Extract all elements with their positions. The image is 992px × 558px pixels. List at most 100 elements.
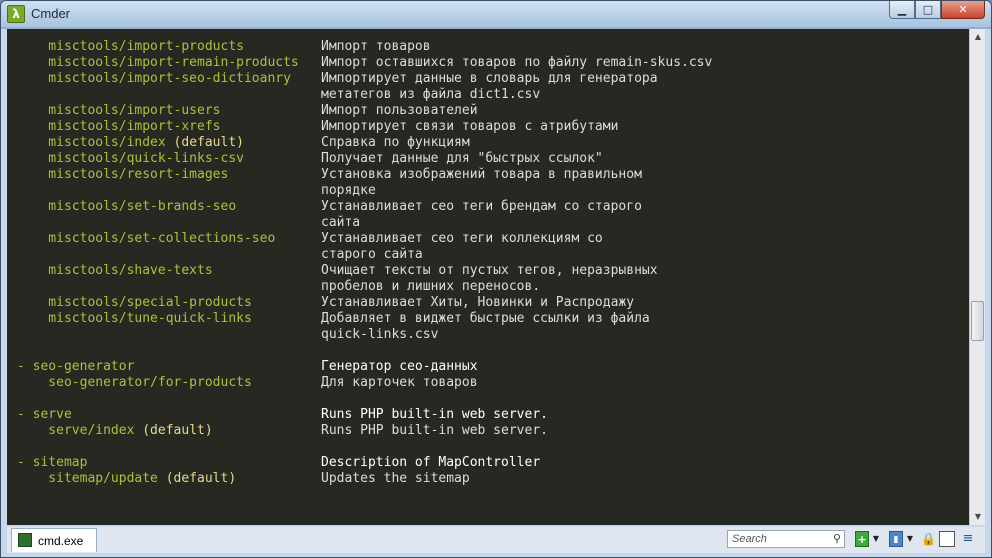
console-line: старого сайта [17, 247, 712, 263]
command-description: Для карточек товаров [321, 375, 478, 390]
console-line: - seo-generator Генератор сео-данных [17, 359, 712, 375]
hamburger-icon[interactable]: ≡ [959, 531, 977, 547]
command-description: Description of MapController [321, 455, 541, 470]
window-controls: ▁ □ ✕ [889, 1, 985, 21]
split-dropdown-icon[interactable]: ▼ [905, 531, 915, 547]
maximize-button[interactable]: □ [915, 1, 941, 19]
command-name: misctools/resort-images [17, 167, 321, 183]
command-text: misctools/import-users [17, 103, 221, 118]
magnifier-icon[interactable]: ⚲ [833, 532, 841, 545]
view-toggle-icon[interactable] [939, 531, 955, 547]
command-description: Runs PHP built-in web server. [321, 423, 548, 438]
command-name: misctools/set-collections-seo [17, 231, 321, 247]
command-text: misctools/import-seo-dictioanry [17, 71, 291, 86]
command-name: sitemap/update (default) [17, 471, 321, 487]
console-line: - sitemap Description of MapController [17, 455, 712, 471]
console-output[interactable]: misctools/import-products Импорт товаров … [7, 29, 969, 525]
console-line: пробелов и лишних переносов. [17, 279, 712, 295]
command-text: sitemap/update [17, 471, 158, 486]
command-description: Справка по функциям [321, 135, 470, 150]
command-description: старого сайта [321, 247, 423, 262]
console-line: misctools/import-users Импорт пользовател… [17, 103, 712, 119]
lambda-icon[interactable]: λ [7, 5, 25, 23]
plus-icon[interactable]: + [855, 531, 869, 547]
console-line: метатегов из файла dict1.csv [17, 87, 712, 103]
lock-icon[interactable]: 🔒 [921, 531, 936, 547]
default-tag: (default) [165, 135, 244, 150]
command-name: misctools/set-brands-seo [17, 199, 321, 215]
command-name: misctools/import-seo-dictioanry [17, 71, 321, 87]
console-line: misctools/quick-links-csv Получает данные… [17, 151, 712, 167]
scroll-down-arrow-icon[interactable]: ▼ [970, 509, 986, 525]
command-description: Устанавливает сео теги коллекциям со [321, 231, 603, 246]
command-text: serve/index [17, 423, 135, 438]
console-line: quick-links.csv [17, 327, 712, 343]
command-text: misctools/shave-texts [17, 263, 213, 278]
console-line: сайта [17, 215, 712, 231]
cmder-window: λ Cmder ▁ □ ✕ misctools/import-products И… [0, 0, 992, 558]
search-placeholder: Search [732, 533, 767, 545]
command-text: seo-generator/for-products [17, 375, 252, 390]
close-button[interactable]: ✕ [941, 1, 985, 19]
split-panes-icon[interactable]: ▮ [889, 531, 903, 547]
console-line: misctools/index (default) Справка по функ… [17, 135, 712, 151]
command-name: misctools/special-products [17, 295, 321, 311]
default-tag: (default) [157, 471, 237, 486]
command-description: Получает данные для "быстрых ссылок" [321, 151, 603, 166]
title-bar[interactable]: λ Cmder ▁ □ ✕ [1, 1, 991, 27]
console-line: sitemap/update (default) Updates the site… [17, 471, 712, 487]
console-line: misctools/import-remain-products Импорт о… [17, 55, 712, 71]
command-name: serve/index (default) [17, 423, 321, 439]
command-name: misctools/import-xrefs [17, 119, 321, 135]
console-line: порядке [17, 183, 712, 199]
command-description: quick-links.csv [321, 327, 439, 342]
command-text: misctools/set-collections-seo [17, 231, 276, 246]
command-description: Очищает тексты от пустых тегов, неразрыв… [321, 263, 658, 278]
command-text: misctools/import-xrefs [17, 119, 221, 134]
command-description: Импорт пользователей [321, 103, 478, 118]
command-text: misctools/tune-quick-links [17, 311, 252, 326]
tab-cmd-exe[interactable]: cmd.exe [11, 528, 97, 552]
console-line: - serve Runs PHP built-in web server. [17, 407, 712, 423]
command-description: Импорт товаров [321, 39, 431, 54]
console-line: misctools/special-products Устанавливает … [17, 295, 712, 311]
status-bar: cmd.exe Search ⚲ + ▼ ▮ ▼ 🔒 ≡ [7, 527, 985, 553]
command-description: Добавляет в виджет быстрые ссылки из фай… [321, 311, 650, 326]
command-name: misctools/import-products [17, 39, 321, 55]
command-name: seo-generator/for-products [17, 375, 321, 391]
console-line: misctools/import-products Импорт товаров [17, 39, 712, 55]
command-text: misctools/import-remain-products [17, 55, 299, 70]
command-text: misctools/special-products [17, 295, 252, 310]
command-text: misctools/quick-links-csv [17, 151, 244, 166]
console-line: misctools/tune-quick-links Добавляет в ви… [17, 311, 712, 327]
command-text: misctools/set-brands-seo [17, 199, 237, 214]
command-description: Импорт оставшихся товаров по файлу remai… [321, 55, 713, 70]
scroll-up-arrow-icon[interactable]: ▲ [970, 29, 986, 45]
console-line: seo-generator/for-products Для карточек т… [17, 375, 712, 391]
command-name: misctools/shave-texts [17, 263, 321, 279]
vertical-scrollbar[interactable]: ▲ ▼ [969, 29, 985, 525]
new-console-dropdown-icon[interactable]: ▼ [871, 531, 881, 547]
minimize-button[interactable]: ▁ [889, 1, 915, 19]
console-line: misctools/shave-texts Очищает тексты от п… [17, 263, 712, 279]
command-description: Импортирует связи товаров с атрибутами [321, 119, 619, 134]
command-name: misctools/import-remain-products [17, 55, 321, 71]
console-line: misctools/set-collections-seo Устанавлива… [17, 231, 712, 247]
command-name: misctools/import-users [17, 103, 321, 119]
command-text: - sitemap [17, 455, 88, 470]
command-text: misctools/index [17, 135, 166, 150]
command-name: misctools/index (default) [17, 135, 321, 151]
console-line: misctools/import-xrefs Импортирует связи … [17, 119, 712, 135]
tab-label: cmd.exe [38, 534, 84, 548]
command-text: misctools/resort-images [17, 167, 229, 182]
scrollbar-thumb[interactable] [971, 301, 984, 341]
command-group-name: - seo-generator [17, 359, 321, 375]
search-input[interactable]: Search ⚲ [727, 530, 845, 548]
command-description: Устанавливает Хиты, Новинки и Распродажу [321, 295, 635, 310]
command-description: Генератор сео-данных [321, 359, 478, 374]
command-name: misctools/tune-quick-links [17, 311, 321, 327]
console-line: misctools/resort-images Установка изображ… [17, 167, 712, 183]
command-description: Установка изображений товара в правильно… [321, 167, 642, 182]
